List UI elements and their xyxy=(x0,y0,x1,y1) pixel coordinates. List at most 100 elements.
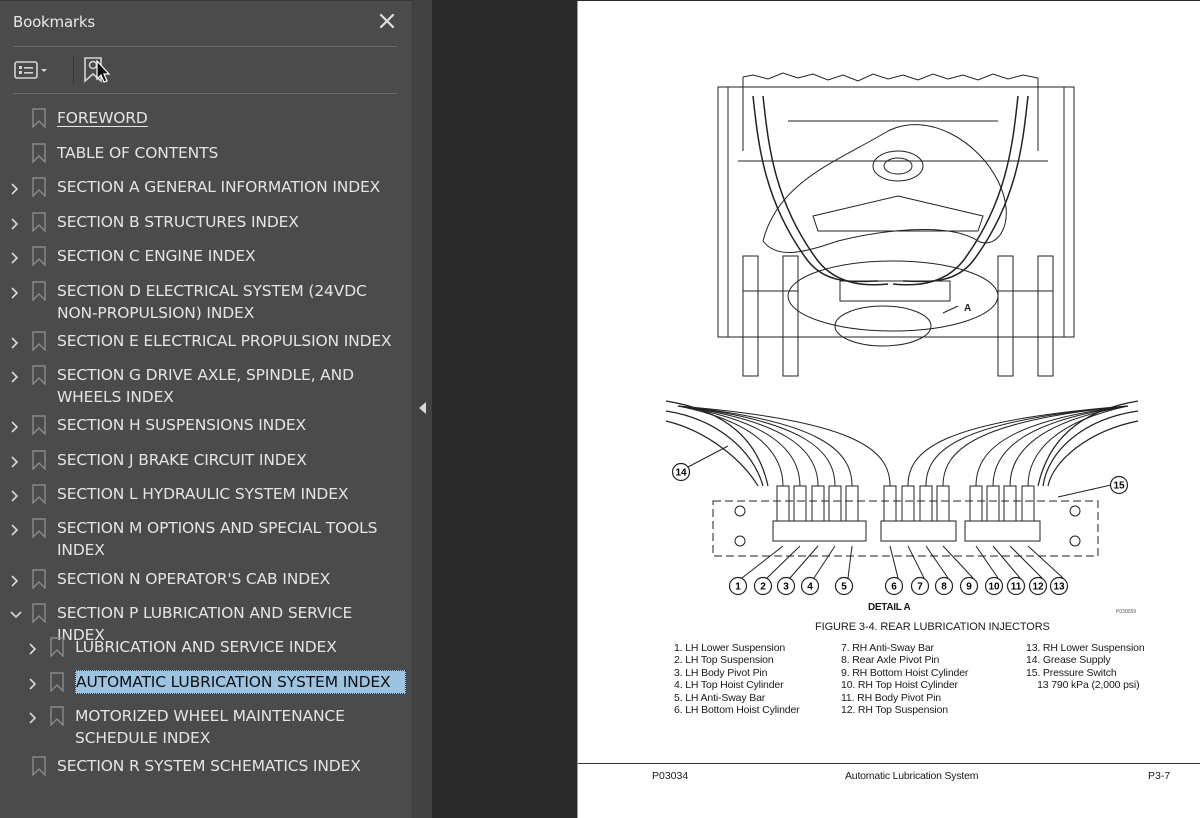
cut-edge xyxy=(742,72,1039,82)
bookmark-icon xyxy=(32,569,46,591)
bookmark-label[interactable]: SECTION C ENGINE INDEX xyxy=(57,244,397,268)
callout-number: 13 xyxy=(1053,582,1065,593)
legend-item: 7. RH Anti-Sway Bar xyxy=(841,642,934,654)
bookmark-icon xyxy=(32,281,46,303)
right-frame-rail xyxy=(1063,86,1075,338)
injector xyxy=(793,485,807,522)
chevron-right-icon[interactable] xyxy=(9,249,21,264)
bookmark-label[interactable]: SECTION B STRUCTURES INDEX xyxy=(57,210,397,234)
bookmark-label[interactable]: SECTION R SYSTEM SCHEMATICS INDEX xyxy=(57,754,397,778)
chevron-right-icon[interactable] xyxy=(9,368,21,383)
bookmark-label[interactable]: SECTION J BRAKE CIRCUIT INDEX xyxy=(57,448,397,472)
options-menu-button[interactable] xyxy=(13,55,53,83)
left-frame-rail xyxy=(717,86,729,338)
injector xyxy=(1021,485,1035,522)
collapse-panel-arrow-icon[interactable] xyxy=(419,402,426,414)
chevron-right-icon[interactable] xyxy=(9,487,21,502)
bookmark-icon xyxy=(32,108,46,130)
bookmark-label[interactable]: LUBRICATION AND SERVICE INDEX xyxy=(75,635,397,659)
legend-item: 9. RH Bottom Hoist Cylinder xyxy=(841,666,969,679)
chevron-right-icon[interactable] xyxy=(9,284,21,299)
legend-item: 3. LH Body Pivot Pin xyxy=(674,666,768,679)
find-current-bookmark-button[interactable] xyxy=(83,55,117,83)
injector xyxy=(969,485,983,522)
bookmark-icon xyxy=(32,143,46,165)
bookmark-icon xyxy=(32,603,46,625)
legend-item: 6. LH Bottom Hoist Cylinder xyxy=(674,704,800,717)
leader-line xyxy=(889,545,899,579)
callout-number: 1 xyxy=(735,582,741,593)
close-icon[interactable] xyxy=(376,10,398,32)
bookmark-label[interactable]: MOTORIZED WHEEL MAINTENANCE SCHEDULE IND… xyxy=(75,704,397,750)
figure-drawing: A 1 2 3 4 5 6 7 8 9 10 11 12 131415 xyxy=(665,72,1139,596)
injector xyxy=(919,485,933,522)
chevron-right-icon[interactable] xyxy=(9,334,21,349)
chevron-right-icon[interactable] xyxy=(27,675,39,690)
bookmark-icon xyxy=(32,415,46,437)
legend-item: 1. LH Lower Suspension xyxy=(674,642,786,654)
chevron-right-icon[interactable] xyxy=(9,418,21,433)
callout-number: 5 xyxy=(841,582,847,593)
leader-line xyxy=(907,545,925,579)
chevron-down-icon[interactable] xyxy=(9,606,22,620)
bookmark-icon xyxy=(32,484,46,506)
leader-line xyxy=(1057,484,1112,498)
legend-item: 11. RH Body Pivot Pin xyxy=(841,691,941,704)
callout-number: 9 xyxy=(966,582,972,593)
chevron-right-icon[interactable] xyxy=(27,709,39,724)
chevron-right-icon[interactable] xyxy=(9,521,21,536)
bookmark-label[interactable]: SECTION N OPERATOR'S CAB INDEX xyxy=(57,567,397,591)
leader-line xyxy=(847,545,853,579)
leader-line xyxy=(1009,545,1043,579)
bookmark-label[interactable]: SECTION L HYDRAULIC SYSTEM INDEX xyxy=(57,482,397,506)
bookmark-label-selected[interactable]: AUTOMATIC LUBRICATION SYSTEM INDEX xyxy=(75,670,406,694)
injector xyxy=(901,485,915,522)
callout-number: 7 xyxy=(917,582,923,593)
detail-title: DETAIL A xyxy=(868,602,911,613)
callout-number: 8 xyxy=(941,582,947,593)
chevron-right-icon[interactable] xyxy=(9,572,21,587)
bookmark-label[interactable]: SECTION G DRIVE AXLE, SPINDLE, AND WHEEL… xyxy=(57,363,397,409)
bookmarks-toolbar xyxy=(13,53,397,87)
legend-item: 4. LH Top Hoist Cylinder xyxy=(674,679,784,692)
bookmark-icon xyxy=(32,331,46,353)
injector xyxy=(1003,485,1017,522)
document-viewport[interactable]: A 1 2 3 4 5 6 7 8 9 10 11 12 13 14 15 DE… xyxy=(432,0,1200,818)
legend-item: 8. Rear Axle Pivot Pin xyxy=(841,654,940,667)
callout-number: 14 xyxy=(675,468,687,479)
bookmarks-panel: Bookmarks FOREWORD TABLE OF CONTENTS SEC… xyxy=(0,0,412,818)
figure-id: P030059 xyxy=(1116,609,1137,615)
bookmark-icon xyxy=(32,365,46,387)
bookmark-label[interactable]: SECTION A GENERAL INFORMATION INDEX xyxy=(57,175,397,199)
legend-item: 5. LH Anti-Sway Bar xyxy=(674,691,766,704)
bookmark-icon xyxy=(32,518,46,540)
chevron-right-icon[interactable] xyxy=(9,453,21,468)
injector-group xyxy=(677,405,1129,522)
lube-hose xyxy=(677,405,891,487)
leader-line xyxy=(813,545,836,579)
legend-item: 13. RH Lower Suspension xyxy=(1026,642,1145,654)
chevron-right-icon[interactable] xyxy=(9,215,21,230)
callout-number: 11 xyxy=(1011,582,1022,593)
chevron-right-icon[interactable] xyxy=(9,180,21,195)
legend-column-2: 7. RH Anti-Sway Bar 8. Rear Axle Pivot Pi… xyxy=(841,642,968,716)
bookmark-label[interactable]: SECTION H SUSPENSIONS INDEX xyxy=(57,413,397,437)
callout-number: 15 xyxy=(1113,481,1125,492)
bookmark-label[interactable]: SECTION M OPTIONS AND SPECIAL TOOLS INDE… xyxy=(57,516,397,562)
bookmark-label[interactable]: TABLE OF CONTENTS xyxy=(57,141,397,165)
bookmark-label[interactable]: SECTION D ELECTRICAL SYSTEM (24VDC NON-P… xyxy=(57,279,397,325)
bookmark-icon xyxy=(32,212,46,234)
leader-line xyxy=(942,545,974,579)
panel-splitter[interactable] xyxy=(412,0,432,818)
list-options-icon xyxy=(14,61,38,79)
chevron-right-icon[interactable] xyxy=(27,640,39,655)
bookmark-icon xyxy=(50,706,64,728)
footer-rule xyxy=(578,763,1200,764)
injector xyxy=(936,485,950,522)
bookmark-label[interactable]: SECTION E ELECTRICAL PROPULSION INDEX xyxy=(57,329,397,353)
bookmark-label[interactable]: FOREWORD xyxy=(57,106,397,130)
callout-number: 4 xyxy=(807,582,813,593)
legend-item: 13 790 kPa (2,000 psi) xyxy=(1026,679,1140,692)
toolbar-separator xyxy=(73,55,74,85)
legend-item: 10. RH Top Hoist Cylinder xyxy=(841,679,958,692)
